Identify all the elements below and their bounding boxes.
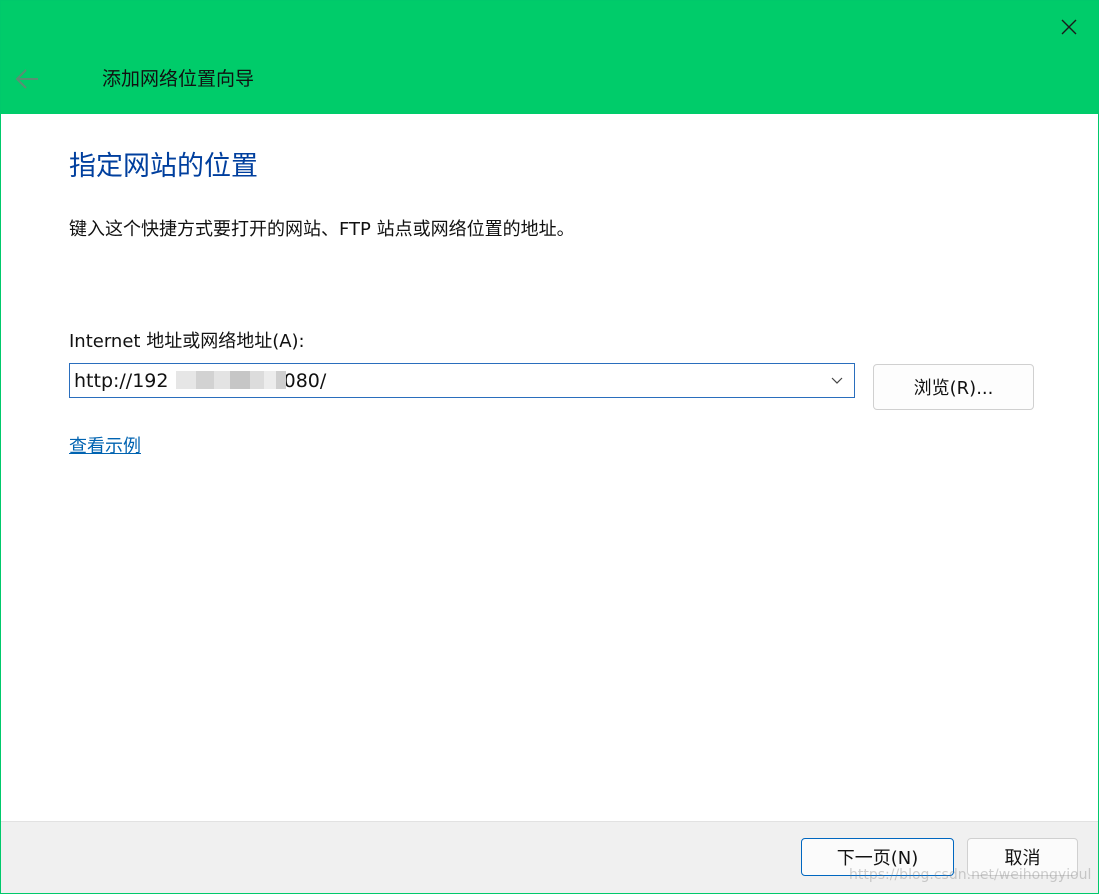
address-label: Internet 地址或网络地址(A):: [69, 331, 305, 352]
add-network-location-wizard-window: 添加网络位置向导 指定网站的位置 键入这个快捷方式要打开的网站、FTP 站点或网…: [0, 0, 1099, 894]
browse-button[interactable]: 浏览(R)...: [873, 364, 1034, 410]
view-examples-link[interactable]: 查看示例: [69, 433, 141, 461]
close-button[interactable]: [1047, 7, 1091, 47]
title-bar: 添加网络位置向导: [1, 1, 1098, 114]
watermark-text: https://blog.csdn.net/weihongyioul: [849, 867, 1092, 883]
page-description: 键入这个快捷方式要打开的网站、FTP 站点或网络位置的地址。: [69, 219, 575, 240]
arrow-left-icon: [15, 69, 38, 89]
close-icon: [1061, 19, 1077, 35]
address-dropdown-button[interactable]: [824, 368, 850, 393]
chevron-down-icon: [831, 377, 843, 384]
page-heading: 指定网站的位置: [69, 151, 258, 182]
wizard-title: 添加网络位置向导: [102, 68, 255, 90]
back-button[interactable]: [7, 59, 47, 99]
